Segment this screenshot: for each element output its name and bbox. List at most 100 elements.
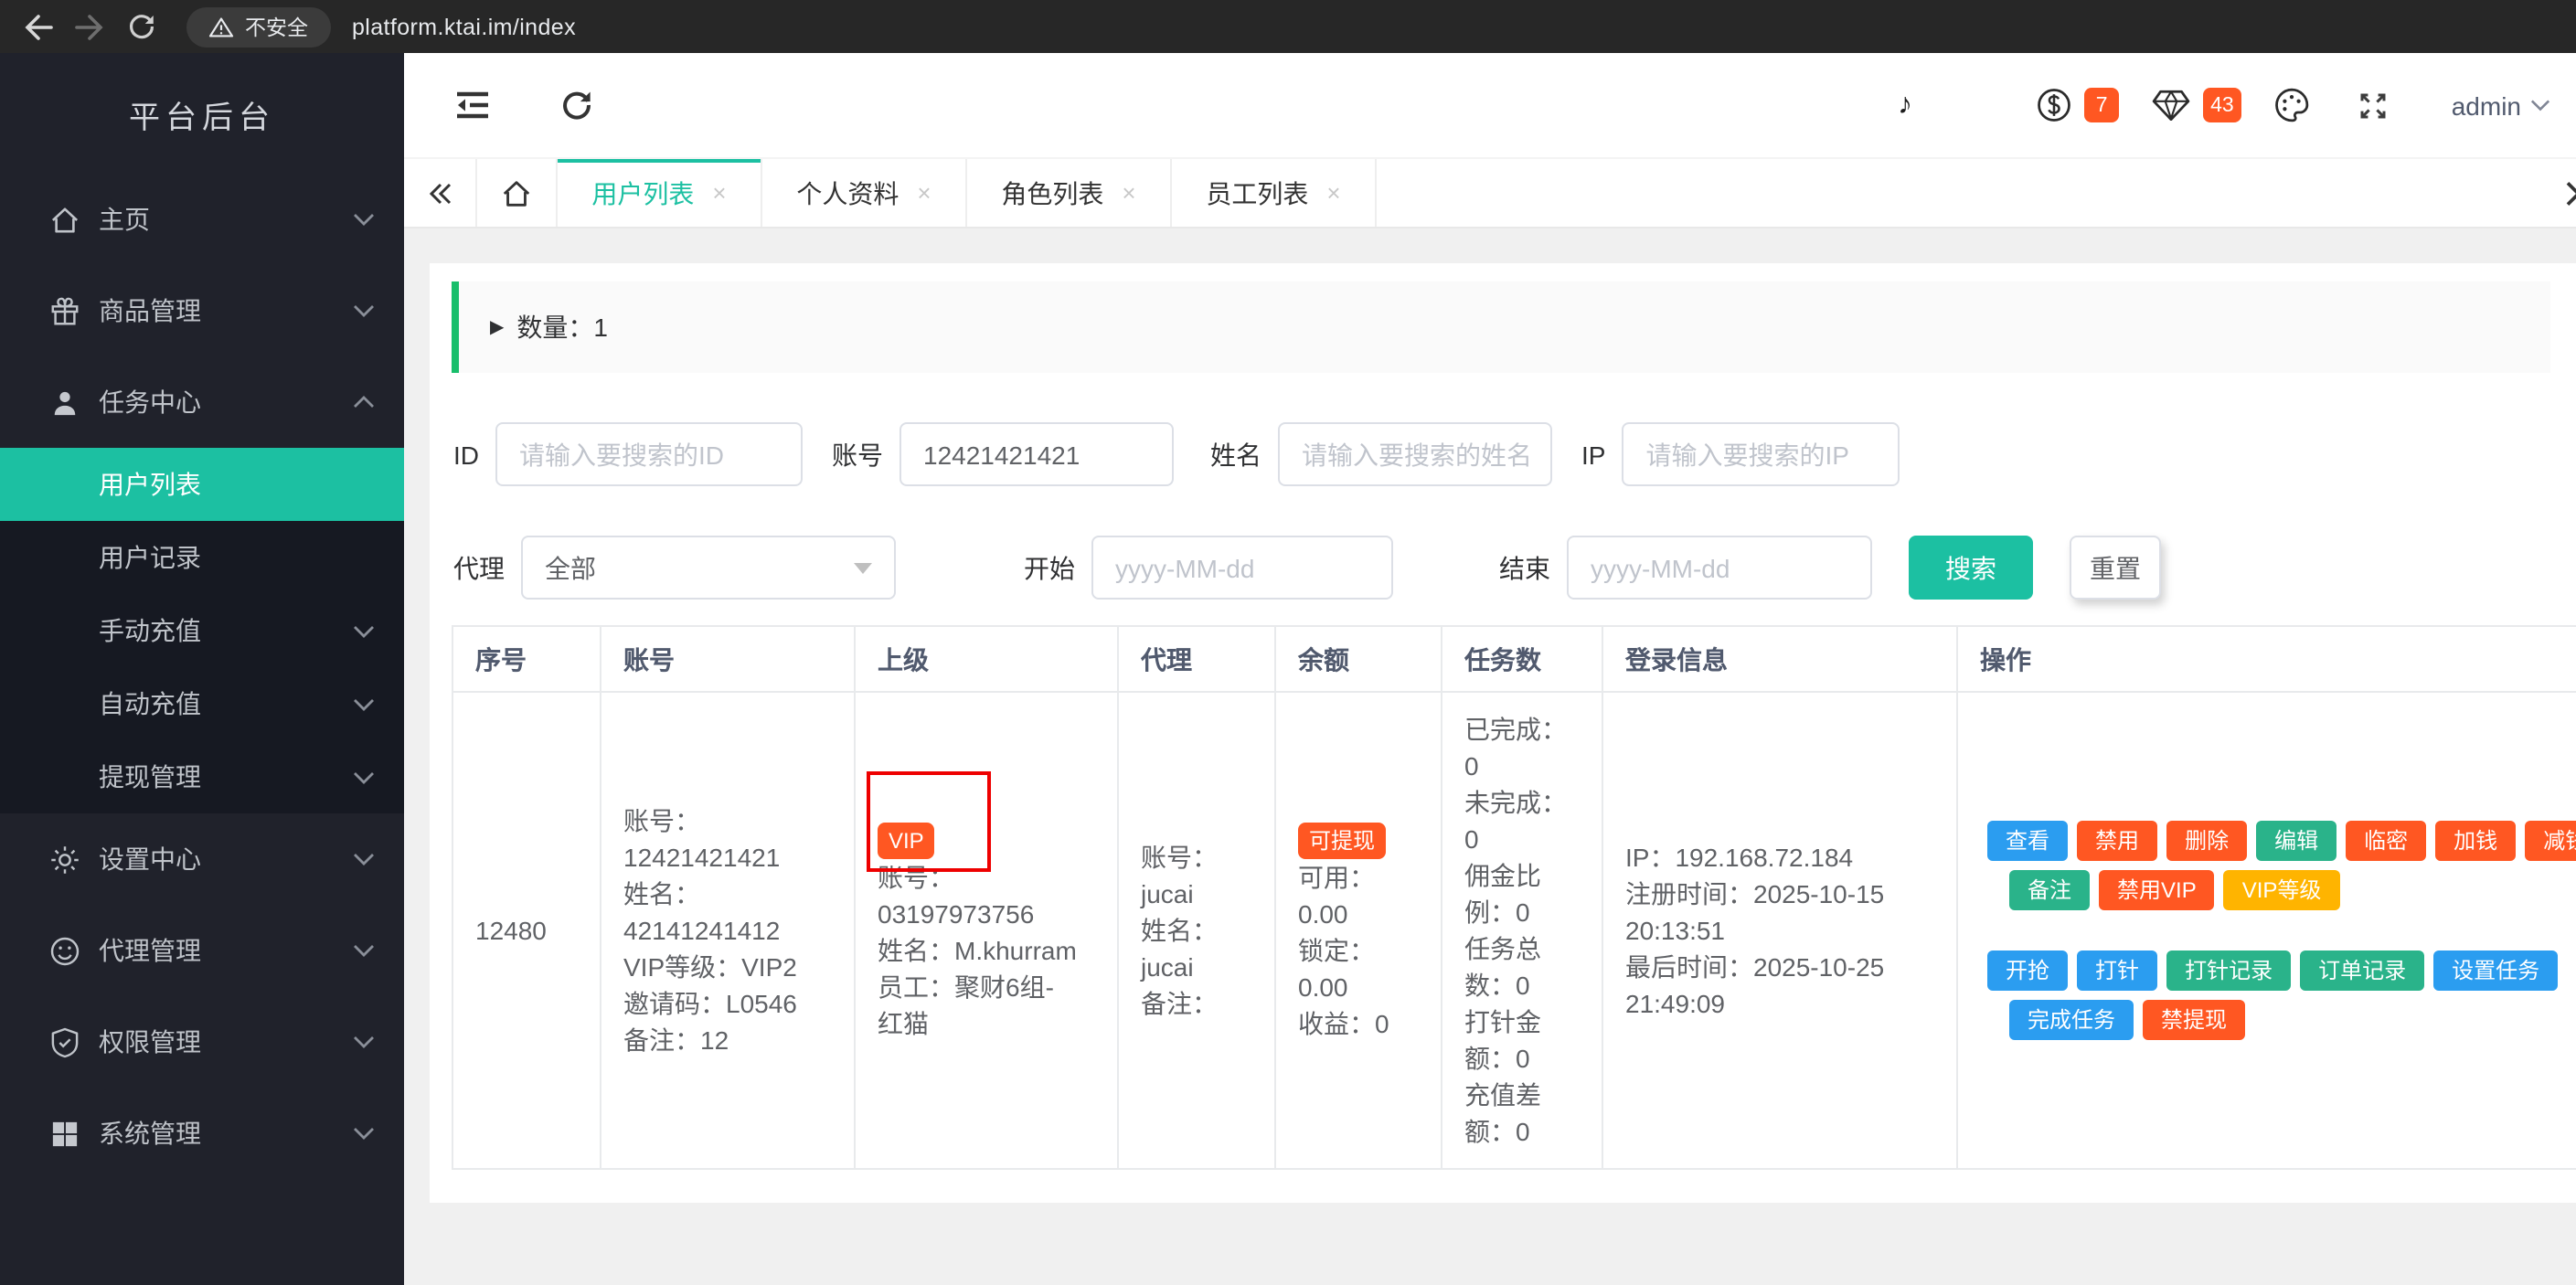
- id-input[interactable]: [495, 422, 803, 486]
- browser-forward-button[interactable]: [69, 6, 110, 47]
- warning-icon: [208, 16, 234, 37]
- address-url[interactable]: platform.ktai.im/index: [352, 14, 576, 39]
- reset-button[interactable]: 重置: [2070, 536, 2161, 600]
- close-icon[interactable]: ×: [917, 179, 931, 207]
- search-button[interactable]: 搜索: [1909, 536, 2033, 600]
- actions-cell: 查看禁用删除编辑临密加钱减钱备注禁用VIPVIP等级 开抢打针打针记录订单记录设…: [1956, 691, 2576, 1170]
- sidebar-item-tasks[interactable]: 任务中心: [0, 356, 404, 448]
- user-table: 序号 账号 上级 代理 余额 任务数 登录信息 操作 12480 账号： 124…: [452, 625, 2576, 1170]
- sidebar-item-home[interactable]: 主页: [0, 174, 404, 265]
- page: 不安全 platform.ktai.im/index 平台后台 主页 商品管理: [0, 0, 2576, 1285]
- name-input[interactable]: [1278, 422, 1552, 486]
- music-note-icon[interactable]: ♪: [1898, 89, 1912, 122]
- ip-input[interactable]: [1622, 422, 1900, 486]
- sidebar-item-settings[interactable]: 设置中心: [0, 813, 404, 905]
- col-account: 账号: [600, 625, 856, 693]
- action-button[interactable]: 完成任务: [2009, 1000, 2134, 1040]
- home-icon: [48, 203, 80, 236]
- topbar: ♪ 7 43 admin: [404, 53, 2576, 157]
- action-button[interactable]: VIP等级: [2223, 870, 2340, 910]
- sidebar-item-manual-recharge[interactable]: 手动充值: [0, 594, 404, 667]
- start-date-label: 开始: [1024, 553, 1075, 582]
- tab-staff-list[interactable]: 员工列表 ×: [1172, 159, 1377, 227]
- action-button[interactable]: 禁提现: [2143, 1000, 2246, 1040]
- security-badge[interactable]: 不安全: [186, 6, 330, 47]
- smiley-icon: [48, 934, 80, 967]
- user-icon: [48, 386, 80, 419]
- admin-menu[interactable]: admin: [2452, 90, 2550, 120]
- action-button[interactable]: 删除: [2166, 821, 2248, 861]
- fullscreen-icon[interactable]: [2357, 89, 2390, 122]
- agent-line: 备注：: [1141, 989, 1218, 1018]
- agent-cell: 账号： jucai 姓名： jucai 备注：: [1117, 691, 1276, 1170]
- sidebar-item-auto-recharge[interactable]: 自动充值: [0, 667, 404, 740]
- action-button[interactable]: 备注: [2009, 870, 2091, 910]
- tabs-scroll-right-icon[interactable]: [2561, 159, 2576, 227]
- end-date-input[interactable]: [1567, 536, 1872, 600]
- action-button[interactable]: 临密: [2346, 821, 2427, 861]
- serial-cell: 12480: [452, 691, 601, 1170]
- tasks-submenu: 用户列表 用户记录 手动充值 自动充值 提现管理: [0, 448, 404, 813]
- sidebar-item-withdraw[interactable]: 提现管理: [0, 740, 404, 813]
- coin-icon[interactable]: [2037, 88, 2071, 122]
- tab-profile[interactable]: 个人资料 ×: [762, 159, 967, 227]
- account-line: 姓名：: [623, 879, 700, 908]
- login-line: 21:49:09: [1625, 989, 1725, 1018]
- sidebar-item-goods[interactable]: 商品管理: [0, 265, 404, 356]
- agent-line: 账号：: [1141, 843, 1218, 872]
- chevron-down-icon: [354, 1128, 374, 1140]
- account-input[interactable]: [899, 422, 1174, 486]
- parent-cell: VIP 账号： 03197973756 姓名：M.khurram 员工：聚财6组- 红猫: [854, 691, 1119, 1170]
- chevron-down-icon: [354, 1036, 374, 1048]
- tab-role-list[interactable]: 角色列表 ×: [967, 159, 1172, 227]
- gem-icon[interactable]: [2152, 90, 2190, 121]
- action-button[interactable]: 禁用VIP: [2099, 870, 2215, 910]
- ip-label: IP: [1581, 440, 1606, 469]
- col-serial: 序号: [452, 625, 601, 693]
- agent-select[interactable]: 全部: [521, 536, 896, 600]
- action-button[interactable]: 设置任务: [2433, 950, 2559, 991]
- tab-home[interactable]: [477, 159, 558, 227]
- coin-count-badge: 7: [2084, 88, 2120, 122]
- collapse-sidebar-icon[interactable]: [457, 91, 488, 119]
- tasks-line: 未完成：: [1464, 788, 1567, 817]
- account-line: VIP等级：VIP2: [623, 952, 797, 982]
- browser-reload-button[interactable]: [121, 6, 161, 47]
- agent-line: 姓名：: [1141, 916, 1218, 945]
- action-button[interactable]: 打针: [2077, 950, 2158, 991]
- action-button[interactable]: 订单记录: [2300, 950, 2425, 991]
- id-label: ID: [453, 440, 479, 469]
- tabs-scroll-left-icon[interactable]: [404, 159, 477, 227]
- close-icon[interactable]: ×: [712, 179, 726, 207]
- action-button[interactable]: 加钱: [2435, 821, 2517, 861]
- expand-triangle-icon[interactable]: ▶: [490, 317, 504, 337]
- sidebar-item-system[interactable]: 系统管理: [0, 1088, 404, 1179]
- account-line: 12421421421: [623, 843, 781, 872]
- content-area: ▶ 数量：1 ID 账号 姓名: [404, 228, 2576, 1285]
- login-line: 最后时间：2025-10-25: [1625, 952, 1885, 982]
- login-info-cell: IP：192.168.72.184 注册时间：2025-10-15 20:13:51…: [1602, 691, 1958, 1170]
- col-balance: 余额: [1274, 625, 1442, 693]
- sidebar-item-agents[interactable]: 代理管理: [0, 905, 404, 996]
- balance-line: 0.00: [1298, 898, 1348, 928]
- palette-icon[interactable]: [2274, 88, 2309, 122]
- action-button[interactable]: 禁用: [2077, 821, 2158, 861]
- action-button[interactable]: 打针记录: [2166, 950, 2292, 991]
- account-line: 账号：: [623, 806, 700, 835]
- close-icon[interactable]: ×: [1326, 179, 1340, 207]
- sidebar-item-user-list[interactable]: 用户列表: [0, 448, 404, 521]
- close-icon[interactable]: ×: [1122, 179, 1135, 207]
- action-button[interactable]: 查看: [1987, 821, 2069, 861]
- action-button[interactable]: 减钱: [2525, 821, 2576, 861]
- tasks-line: 打针金: [1464, 1007, 1541, 1036]
- col-login-info: 登录信息: [1602, 625, 1958, 693]
- start-date-input[interactable]: [1091, 536, 1393, 600]
- refresh-icon[interactable]: [561, 90, 592, 121]
- sidebar-item-user-record[interactable]: 用户记录: [0, 521, 404, 594]
- tab-user-list[interactable]: 用户列表 ×: [558, 159, 762, 227]
- name-label: 姓名: [1210, 440, 1261, 469]
- sidebar-item-permissions[interactable]: 权限管理: [0, 996, 404, 1088]
- action-button[interactable]: 开抢: [1987, 950, 2069, 991]
- browser-back-button[interactable]: [18, 6, 59, 47]
- action-button[interactable]: 编辑: [2256, 821, 2337, 861]
